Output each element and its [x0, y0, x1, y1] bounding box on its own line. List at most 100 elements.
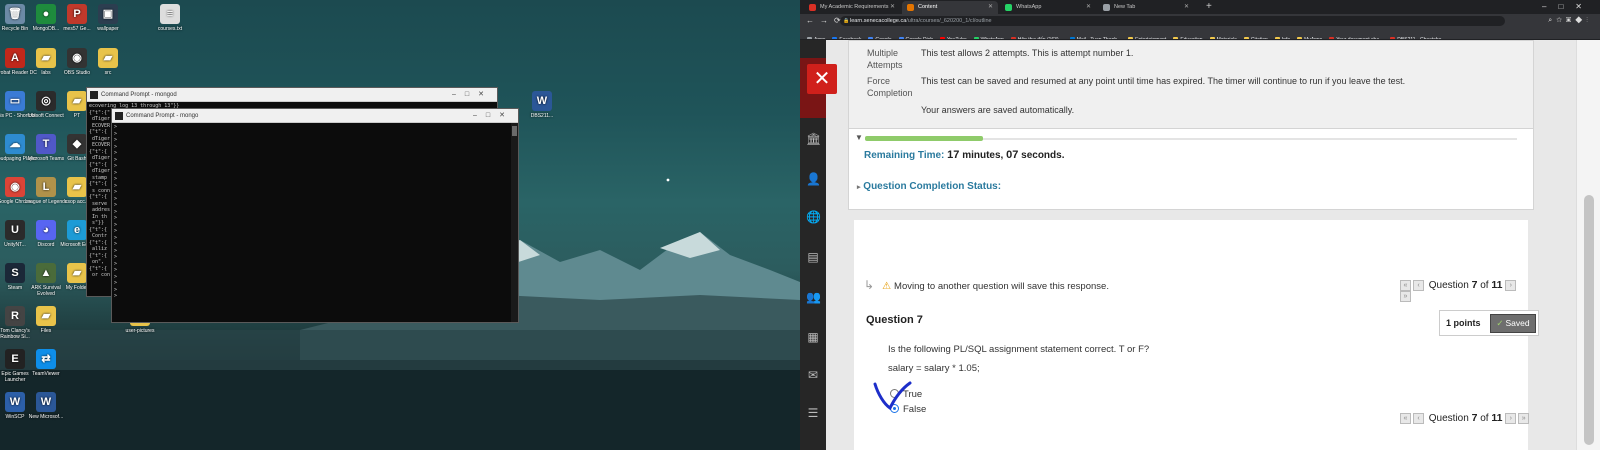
desktop-icon[interactable]: ⇄ TeamViewer: [24, 349, 68, 377]
app-icon: ☁: [5, 134, 25, 154]
app-icon: ▣: [98, 4, 118, 24]
desktop-icon-label: user-pictures: [125, 328, 155, 334]
courses-icon[interactable]: ▤: [806, 250, 820, 264]
prev-question-button[interactable]: ‹: [1413, 412, 1424, 424]
page-scrollbar[interactable]: [1576, 40, 1600, 450]
tab-favicon: [1005, 4, 1012, 11]
address-bar-row: ←→⟳ 🔒 learn.senecacollege.ca/ultra/cours…: [800, 14, 1600, 28]
window-controls[interactable]: –□✕: [452, 88, 493, 102]
app-icon: ◉: [67, 48, 87, 68]
app-icon: ▰: [67, 177, 87, 197]
app-icon: W: [36, 392, 56, 412]
desktop-icon-label: DBS211...: [530, 113, 554, 119]
remaining-label: Remaining Time:: [864, 150, 945, 161]
tab-label: Content: [918, 4, 938, 10]
current-question: 7: [1471, 412, 1478, 424]
bookmarks-bar: Apps Facebook Google Google Dịch YouTube What…: [800, 28, 1600, 40]
close-icon: ✕: [813, 68, 831, 90]
cmd-titlebar[interactable]: Command Prompt - mongod –□✕: [87, 88, 497, 102]
app-icon: e: [67, 220, 87, 240]
blackboard-page: 🏛 👤 🌐 ▤ 👥 ▦ ✉ ☰ ✕ Multiple Attempts This…: [800, 40, 1600, 450]
messages-icon[interactable]: ✉: [806, 368, 820, 382]
desktop-icon[interactable]: ≡ courses.txt: [148, 4, 192, 32]
desktop-icon[interactable]: ▣ wallpaper: [86, 4, 130, 32]
handwritten-check-mark: [873, 381, 912, 411]
desktop-icon[interactable]: W DBS211...: [520, 91, 564, 119]
cmd-scrollbar[interactable]: [511, 123, 518, 322]
question-pager-top: «‹ Question 7 of 11 › »: [1400, 279, 1528, 302]
app-icon: ◕: [36, 220, 56, 240]
app-icon: L: [36, 177, 56, 197]
calendar-icon[interactable]: ▦: [806, 330, 820, 344]
collapse-caret-icon[interactable]: ▼: [855, 133, 863, 142]
app-icon: 🗑: [5, 4, 25, 24]
cmd-title: Command Prompt - mongod: [101, 92, 177, 98]
tab-label: WhatsApp: [1016, 4, 1042, 10]
groups-icon[interactable]: 👥: [806, 290, 821, 304]
tab-bar: My Academic Requirements ✕ Content ✕ Wha…: [800, 0, 1600, 14]
close-panel-button[interactable]: ✕: [807, 64, 837, 94]
app-icon: T: [36, 134, 56, 154]
tab-new-tab[interactable]: New Tab ✕: [1098, 1, 1194, 14]
window-controls[interactable]: –□✕: [1542, 0, 1594, 14]
desktop-icon[interactable]: W New Microsof...: [24, 392, 68, 420]
cmd-titlebar[interactable]: Command Prompt - mongo –□✕: [112, 109, 518, 123]
profile-icon[interactable]: 👤: [806, 172, 821, 186]
institution-icon[interactable]: 🏛: [806, 132, 821, 146]
remaining-seconds: 07: [1006, 149, 1019, 161]
of-word: of: [1480, 280, 1489, 291]
window-controls[interactable]: –□✕: [473, 109, 514, 123]
app-icon: W: [5, 392, 25, 412]
app-icon: ▰: [67, 91, 87, 111]
close-icon[interactable]: ✕: [1086, 1, 1091, 14]
question-completion-status[interactable]: ▸ Question Completion Status:: [857, 181, 1001, 192]
prev-question-button[interactable]: ‹: [1413, 279, 1424, 291]
saved-label: Saved: [1505, 318, 1530, 328]
completion-status-label: Question Completion Status:: [863, 181, 1002, 192]
save-notice-text: Moving to another question will save thi…: [894, 281, 1109, 292]
remaining-minutes: 17: [947, 149, 960, 161]
first-question-button[interactable]: «: [1400, 279, 1411, 291]
last-question-button[interactable]: »: [1518, 412, 1530, 424]
first-question-button[interactable]: «: [1400, 412, 1411, 424]
next-question-button[interactable]: ›: [1505, 412, 1517, 424]
multiple-attempts-value: This test allows 2 attempts. This is att…: [921, 48, 1134, 58]
url-field[interactable]: 🔒 learn.senecacollege.ca/ultra/courses/_…: [840, 16, 1505, 26]
scroll-thumb[interactable]: [512, 126, 517, 136]
desktop-icon[interactable]: ▰ Files: [24, 306, 68, 334]
grades-icon[interactable]: ☰: [806, 406, 820, 420]
globe-icon[interactable]: 🌐: [806, 210, 821, 224]
desktop-icon[interactable]: ▰ src: [86, 48, 130, 76]
app-icon: U: [5, 220, 25, 240]
total-questions: 11: [1491, 279, 1503, 291]
cmd-output: > > > > > > > > > > > > > > > > > > > > …: [114, 124, 118, 299]
tab-whatsapp[interactable]: WhatsApp ✕: [1000, 1, 1096, 14]
desktop-icon-label: TeamViewer: [32, 371, 60, 377]
app-icon: ●: [36, 4, 56, 24]
app-icon: ▲: [36, 263, 56, 283]
new-tab-icon[interactable]: +: [1206, 0, 1212, 14]
force-completion-value: This test can be saved and resumed at an…: [921, 76, 1406, 86]
close-icon[interactable]: ✕: [1184, 1, 1189, 14]
scroll-thumb[interactable]: [1584, 195, 1594, 445]
tab-content[interactable]: Content ✕: [902, 1, 998, 14]
last-question-button[interactable]: »: [1400, 291, 1411, 302]
total-questions: 11: [1491, 412, 1503, 424]
desktop-icon-label: courses.txt: [157, 26, 183, 32]
next-question-button[interactable]: ›: [1505, 279, 1517, 291]
save-notice-top: ↳ ⚠ Moving to another question will save t…: [864, 278, 1109, 292]
question-statement: salary = salary * 1.05;: [888, 363, 980, 374]
desktop-icon-label: Files: [40, 328, 52, 334]
saved-button[interactable]: ✓ Saved: [1490, 314, 1536, 333]
cmd-window-mongo[interactable]: Command Prompt - mongo –□✕ > > > > > > >…: [111, 108, 519, 323]
app-icon: E: [5, 349, 25, 369]
tab-academic-requirements[interactable]: My Academic Requirements ✕: [804, 1, 900, 14]
check-icon: ✓: [1496, 318, 1504, 328]
desktop-icon-label: src: [104, 70, 112, 76]
close-icon[interactable]: ✕: [890, 1, 895, 14]
expand-caret-icon: ▸: [857, 184, 861, 191]
toolbar-icons[interactable]: ⌕☆▣◆⋮: [1548, 14, 1592, 28]
url-path: /ultra/courses/_620200_1/cl/outline: [906, 18, 992, 24]
close-icon[interactable]: ✕: [988, 1, 993, 14]
app-icon: W: [532, 91, 552, 111]
